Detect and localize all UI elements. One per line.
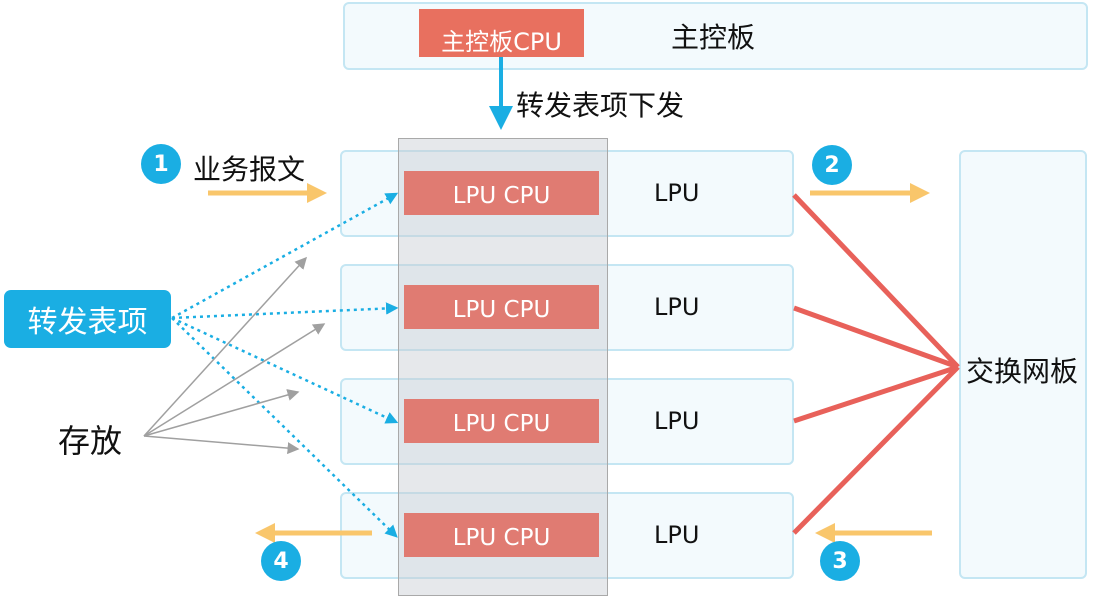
- connector-layer: [143, 57, 960, 543]
- entry-arrow-4: [171, 317, 398, 538]
- fabric-link-2: [793, 305, 959, 370]
- step-badge-4: 4: [261, 541, 301, 581]
- step-number: 3: [832, 548, 848, 574]
- entry-arrow-1: [171, 192, 399, 320]
- step-badge-2: 2: [812, 145, 852, 185]
- store-arrow-1: [143, 256, 308, 437]
- step-badge-3: 3: [820, 541, 860, 581]
- step-number: 4: [273, 548, 289, 574]
- store-arrow-2: [143, 323, 326, 437]
- fabric-link-1: [792, 193, 960, 369]
- step-badge-1: 1: [141, 144, 181, 184]
- step-number: 1: [153, 151, 169, 177]
- store-arrow-3: [143, 389, 300, 437]
- step-number: 2: [824, 152, 840, 178]
- entry-arrow-2: [171, 302, 399, 320]
- entry-arrow-3: [171, 316, 399, 424]
- store-arrow-4: [143, 435, 300, 455]
